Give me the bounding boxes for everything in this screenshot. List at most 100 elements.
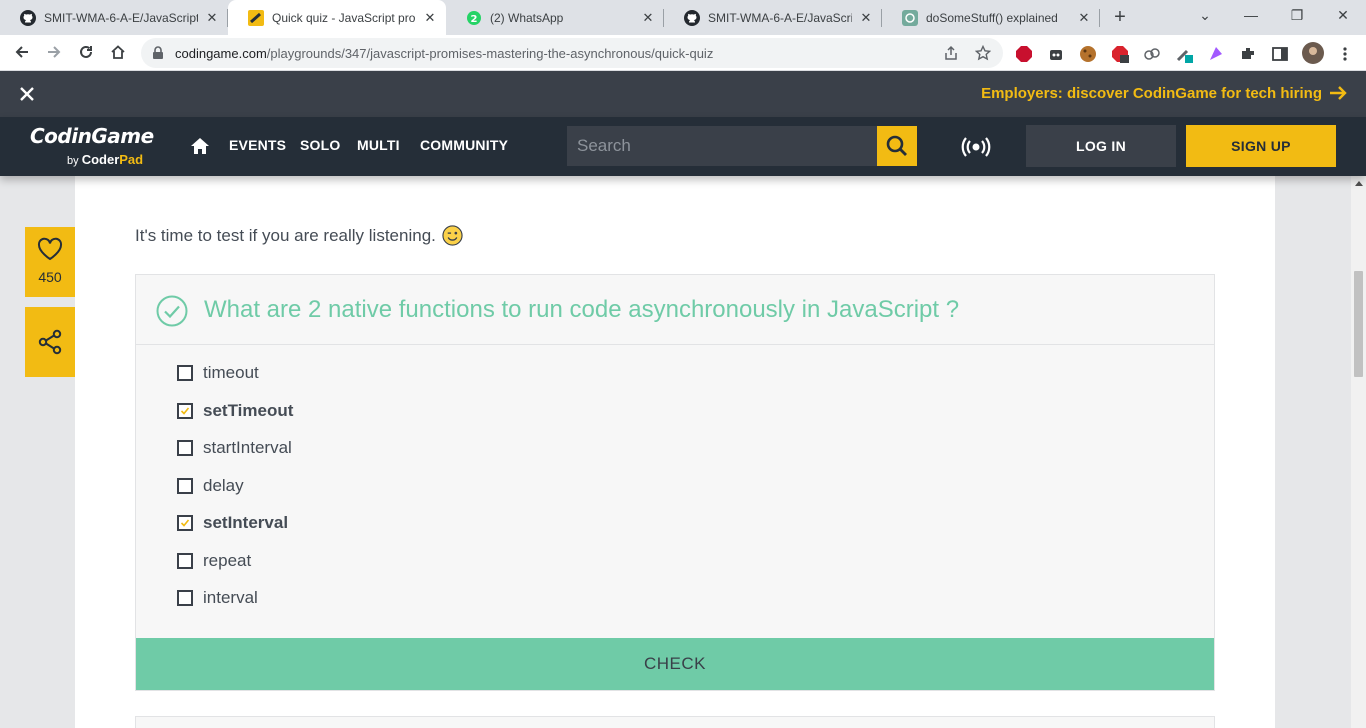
whatsapp-icon: 2: [466, 10, 482, 26]
quiz-option-label: delay: [203, 476, 244, 495]
check-circle-icon: [156, 295, 188, 332]
tab-title: SMIT-WMA-6-A-E/JavaScript: [44, 10, 198, 25]
login-button[interactable]: LOG IN: [1026, 125, 1176, 167]
intro-text: It's time to test if you are really list…: [135, 225, 463, 246]
quiz-option[interactable]: setTimeout: [177, 400, 293, 422]
side-panel-icon[interactable]: [1271, 45, 1289, 63]
codingame-logo[interactable]: CodinGame by CoderPad: [30, 124, 170, 170]
forward-button[interactable]: [40, 38, 68, 66]
abp-extension-icon[interactable]: [1111, 45, 1129, 63]
bookmark-star-icon[interactable]: [975, 45, 991, 61]
checkbox[interactable]: [177, 478, 193, 494]
quiz-question: What are 2 native functions to run code …: [204, 296, 960, 323]
lock-icon[interactable]: [152, 46, 164, 65]
forward-arrow-icon: [48, 46, 61, 58]
restore-button[interactable]: ❐: [1274, 0, 1320, 30]
tab-close-icon[interactable]: ✕: [1076, 10, 1092, 26]
tab-close-icon[interactable]: ✕: [204, 10, 220, 26]
home-icon[interactable]: [190, 137, 210, 155]
arrow-right-icon: [1330, 86, 1347, 100]
wink-emoji-icon: [442, 225, 463, 246]
checkbox[interactable]: [177, 553, 193, 569]
nav-community[interactable]: COMMUNITY: [420, 137, 508, 153]
browser-tab[interactable]: SMIT-WMA-6-A-E/JavaScript ✕: [664, 0, 882, 35]
checkbox[interactable]: [177, 440, 193, 456]
browser-tab-strip: SMIT-WMA-6-A-E/JavaScript ✕ Quick quiz -…: [0, 0, 1366, 35]
purple-extension-icon[interactable]: [1207, 45, 1225, 63]
github-icon: [20, 9, 36, 26]
home-icon: [111, 45, 125, 59]
browser-menu-icon[interactable]: [1336, 45, 1354, 63]
tab-close-icon[interactable]: ✕: [640, 10, 656, 26]
profile-avatar[interactable]: [1302, 42, 1324, 64]
tab-title: doSomeStuff() explained: [926, 10, 1058, 25]
employers-promo-link[interactable]: Employers: discover CodinGame for tech h…: [981, 84, 1348, 102]
nav-events[interactable]: EVENTS: [229, 137, 286, 153]
quiz-option-label: setInterval: [203, 513, 289, 532]
checkmark-icon: [180, 519, 190, 527]
quiz-panel: What are 2 native functions to run code …: [135, 274, 1215, 691]
tab-title: Quick quiz - JavaScript promises: [272, 10, 416, 25]
browser-toolbar: codingame.com/playgrounds/347/javascript…: [0, 35, 1366, 71]
extensions-puzzle-icon[interactable]: [1239, 45, 1257, 63]
back-arrow-icon: [15, 46, 28, 58]
signup-button[interactable]: SIGN UP: [1186, 125, 1336, 167]
share-button[interactable]: [25, 307, 75, 377]
checkbox-checked[interactable]: [177, 403, 193, 419]
quiz-option[interactable]: repeat: [177, 550, 251, 572]
adblock-extension-icon[interactable]: [1015, 45, 1033, 63]
url-text: codingame.com/playgrounds/347/javascript…: [175, 46, 714, 61]
nav-multi[interactable]: MULTI: [357, 137, 400, 153]
reload-icon: [80, 45, 92, 58]
tab-search-icon[interactable]: ⌄: [1182, 0, 1228, 30]
reload-button[interactable]: [72, 38, 100, 66]
page-scrollbar[interactable]: [1351, 176, 1366, 728]
tab-close-icon[interactable]: ✕: [858, 10, 874, 26]
search-input[interactable]: [567, 126, 877, 166]
robot-extension-icon[interactable]: [1047, 45, 1065, 63]
like-count: 450: [38, 269, 62, 285]
promo-banner: Employers: discover CodinGame for tech h…: [0, 71, 1366, 117]
browser-tab[interactable]: SMIT-WMA-6-A-E/JavaScript ✕: [0, 0, 228, 35]
main-navigation: CodinGame by CoderPad EVENTS SOLO MULTI …: [0, 117, 1366, 176]
checkmark-icon: [180, 407, 190, 415]
share-page-icon[interactable]: [943, 45, 959, 61]
svg-text:2: 2: [471, 14, 478, 25]
scrollbar-thumb[interactable]: [1354, 271, 1363, 377]
quiz-option[interactable]: startInterval: [177, 437, 292, 459]
link-extension-icon[interactable]: [1143, 45, 1161, 63]
quiz-option-label: repeat: [203, 551, 252, 570]
quiz-option[interactable]: interval: [177, 587, 258, 609]
quiz-option[interactable]: delay: [177, 475, 244, 497]
browser-tab[interactable]: 2 (2) WhatsApp ✕: [446, 0, 664, 35]
checkbox-checked[interactable]: [177, 515, 193, 531]
scroll-up-icon[interactable]: [1355, 181, 1363, 186]
browser-tab-active[interactable]: Quick quiz - JavaScript promises ✕: [228, 0, 446, 35]
quiz-option[interactable]: timeout: [177, 362, 259, 384]
live-broadcast-icon[interactable]: [960, 136, 992, 158]
address-bar[interactable]: codingame.com/playgrounds/347/javascript…: [141, 38, 1003, 68]
home-button[interactable]: [104, 38, 132, 66]
minimize-button[interactable]: —: [1228, 0, 1274, 30]
search-button[interactable]: [877, 126, 917, 166]
quiz-option[interactable]: setInterval: [177, 512, 288, 534]
next-section-card: [135, 716, 1215, 728]
browser-tab[interactable]: doSomeStuff() explained ✕: [882, 0, 1100, 35]
tab-title: SMIT-WMA-6-A-E/JavaScript: [708, 10, 852, 25]
new-tab-button[interactable]: +: [1108, 4, 1132, 30]
tab-close-icon[interactable]: ✕: [422, 10, 438, 26]
quiz-option-label: interval: [203, 588, 258, 607]
checkbox[interactable]: [177, 590, 193, 606]
search-icon: [886, 135, 907, 156]
check-button[interactable]: CHECK: [136, 638, 1214, 690]
cookie-extension-icon[interactable]: [1079, 45, 1097, 63]
back-button[interactable]: [8, 38, 36, 66]
colorpicker-extension-icon[interactable]: [1175, 45, 1193, 63]
nav-solo[interactable]: SOLO: [300, 137, 340, 153]
like-button[interactable]: 450: [25, 227, 75, 297]
close-window-button[interactable]: ✕: [1320, 0, 1366, 30]
close-banner-icon[interactable]: [17, 84, 37, 104]
chatgpt-icon: [902, 9, 918, 26]
checkbox[interactable]: [177, 365, 193, 381]
quiz-header: What are 2 native functions to run code …: [136, 275, 1214, 345]
